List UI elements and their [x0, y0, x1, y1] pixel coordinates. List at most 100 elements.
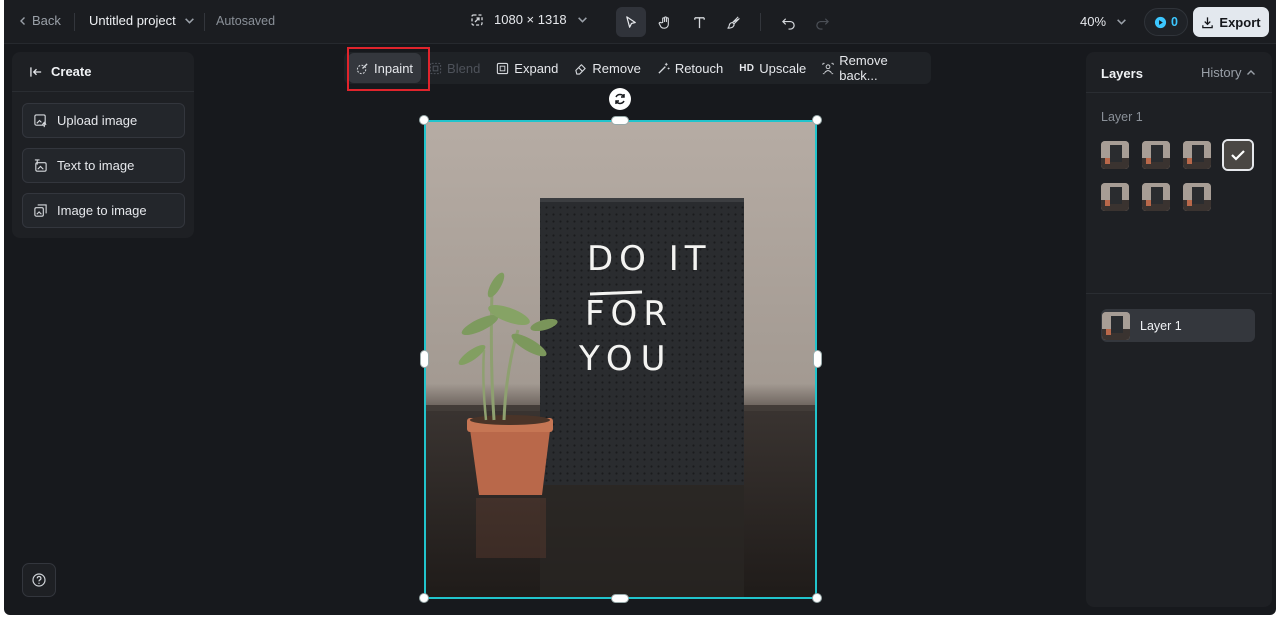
upload-image-icon — [34, 114, 47, 128]
divider — [204, 13, 205, 31]
blend-button[interactable]: Blend — [421, 53, 488, 83]
retouch-label: Retouch — [674, 60, 724, 76]
chevron-down-icon — [1117, 19, 1126, 25]
export-label: Export — [1219, 14, 1261, 30]
text-to-image-button[interactable]: Text to image — [22, 148, 185, 183]
tab-layers[interactable]: Layers — [1101, 66, 1143, 81]
image-to-image-icon — [34, 204, 47, 217]
remove-background-label: Remove back... — [839, 53, 888, 83]
create-panel-title: Create — [51, 64, 92, 79]
resize-handle-top-left[interactable] — [419, 115, 429, 125]
resize-handle-bottom[interactable] — [611, 594, 629, 603]
undo-icon — [781, 17, 795, 30]
create-panel: Create Upload image Text to image Image … — [12, 52, 194, 238]
history-thumbnail[interactable] — [1101, 141, 1129, 169]
expand-label: Expand — [514, 60, 559, 76]
image-to-image-button[interactable]: Image to image — [22, 193, 185, 228]
history-label: History — [1201, 65, 1242, 80]
divider — [1086, 293, 1272, 294]
undo-button[interactable] — [773, 7, 803, 37]
remove-label: Remove — [592, 60, 641, 76]
app-window: Back Untitled project Autosaved 1080 × 1… — [4, 0, 1276, 615]
hd-icon: HD — [739, 62, 755, 74]
project-name: Untitled project — [89, 13, 176, 28]
resize-icon — [471, 13, 483, 26]
canvas-size: 1080 × 1318 — [494, 12, 567, 27]
history-thumbnail[interactable] — [1183, 141, 1211, 169]
selection-box — [424, 120, 817, 599]
upscale-button[interactable]: HD Upscale — [731, 53, 814, 83]
text-to-image-label: Text to image — [57, 158, 135, 173]
tab-history[interactable]: History — [1201, 65, 1256, 80]
rotate-handle[interactable] — [609, 88, 631, 110]
chevron-down-icon — [184, 18, 194, 24]
tool-group — [616, 7, 837, 37]
help-icon — [32, 573, 46, 587]
layer-name: Layer 1 — [1140, 318, 1182, 333]
cursor-icon — [625, 15, 636, 28]
chevron-up-icon — [1247, 69, 1256, 75]
remove-background-icon — [822, 62, 834, 74]
back-label: Back — [32, 13, 61, 28]
resize-handle-right[interactable] — [813, 350, 822, 368]
remove-background-button[interactable]: Remove back... — [814, 53, 931, 83]
edit-toolbar: Inpaint Blend Expand Remove Retouch HD U… — [344, 52, 931, 84]
blend-label: Blend — [447, 60, 481, 76]
top-bar: Back Untitled project Autosaved 1080 × 1… — [4, 0, 1276, 44]
resize-handle-top[interactable] — [611, 116, 629, 125]
resize-handle-top-right[interactable] — [812, 115, 822, 125]
remove-button[interactable]: Remove — [566, 53, 648, 83]
history-thumbnail[interactable] — [1183, 183, 1211, 211]
layers-panel-header: Layers History — [1086, 52, 1272, 93]
zoom-level: 40% — [1080, 14, 1107, 29]
layer-row[interactable]: Layer 1 — [1101, 309, 1255, 342]
select-tool-button[interactable] — [616, 7, 646, 37]
divider — [760, 13, 761, 31]
hand-tool-button[interactable] — [650, 7, 680, 37]
text-tool-button[interactable] — [684, 7, 714, 37]
autosave-status: Autosaved — [216, 14, 276, 28]
create-panel-header[interactable]: Create — [12, 52, 194, 92]
brush-tool-button[interactable] — [718, 7, 748, 37]
divider — [74, 13, 75, 31]
resize-handle-bottom-left[interactable] — [419, 593, 429, 603]
resize-handle-bottom-right[interactable] — [812, 593, 822, 603]
brush-icon — [726, 15, 740, 29]
credits-button[interactable]: 0 — [1144, 8, 1188, 36]
rotate-icon — [615, 93, 625, 105]
upload-image-button[interactable]: Upload image — [22, 103, 185, 138]
canvas-size-dropdown[interactable]: 1080 × 1318 — [470, 12, 588, 27]
history-thumbnail[interactable] — [1142, 183, 1170, 211]
text-to-image-icon — [34, 159, 47, 172]
layer-thumbnail — [1102, 311, 1130, 340]
checkmark-icon — [1224, 141, 1252, 169]
blend-icon — [429, 62, 442, 74]
layers-panel: Layers History Layer 1 Layer 1 — [1086, 52, 1272, 607]
history-thumbnail-selected[interactable] — [1222, 139, 1254, 171]
collapse-left-icon — [30, 66, 42, 77]
chevron-left-icon — [20, 16, 25, 25]
magic-wand-icon — [658, 62, 670, 74]
redo-icon — [815, 17, 829, 30]
project-name-dropdown[interactable]: Untitled project — [89, 13, 195, 28]
text-icon — [693, 16, 705, 28]
download-icon — [1202, 16, 1214, 28]
redo-button[interactable] — [807, 7, 837, 37]
expand-button[interactable]: Expand — [488, 53, 566, 83]
help-button[interactable] — [22, 563, 56, 597]
expand-icon — [497, 62, 509, 74]
export-button[interactable]: Export — [1193, 7, 1269, 37]
retouch-button[interactable]: Retouch — [649, 53, 731, 83]
credits-count: 0 — [1171, 15, 1178, 29]
back-button[interactable]: Back — [18, 13, 61, 28]
chevron-down-icon — [577, 17, 587, 23]
zoom-dropdown[interactable]: 40% — [1080, 14, 1127, 29]
upscale-label: Upscale — [759, 60, 807, 76]
upload-image-label: Upload image — [57, 113, 138, 128]
resize-handle-left[interactable] — [420, 350, 429, 368]
inpaint-highlight-box — [347, 47, 430, 91]
history-thumbnail[interactable] — [1101, 183, 1129, 211]
hand-icon — [658, 15, 669, 29]
history-thumbnail[interactable] — [1142, 141, 1170, 169]
eraser-icon — [575, 63, 587, 75]
